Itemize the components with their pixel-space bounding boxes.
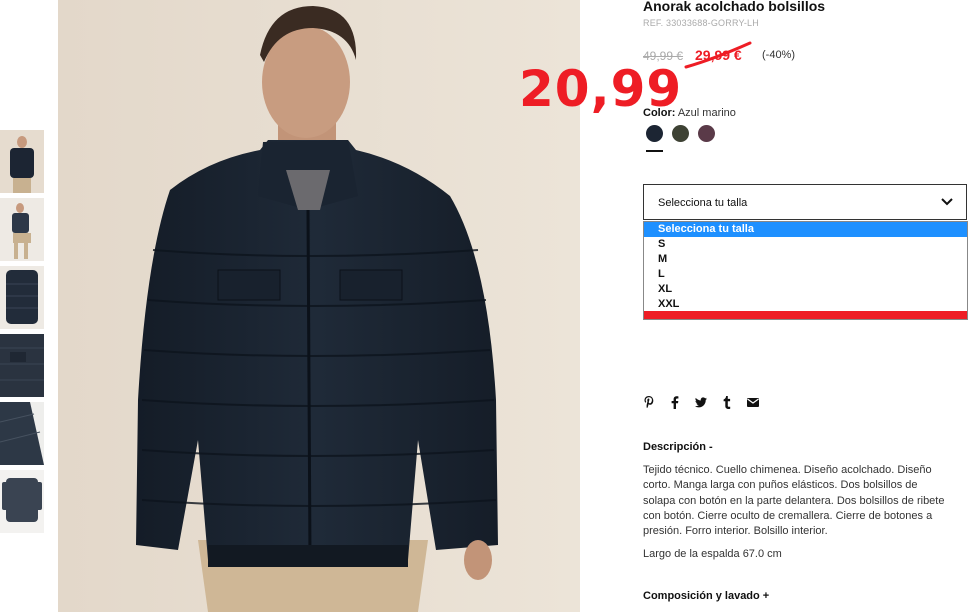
selected-swatch-indicator <box>646 150 663 152</box>
description-toggle[interactable]: Descripción - <box>643 441 713 453</box>
swatch-navy[interactable] <box>646 125 663 142</box>
color-label: Color: Azul marino <box>643 107 736 119</box>
color-swatches <box>646 125 715 142</box>
swatch-plum[interactable] <box>698 125 715 142</box>
thumbnail-3[interactable] <box>0 266 44 329</box>
thumbnail-2[interactable] <box>0 198 44 261</box>
product-reference: REF. 33033688-GORRY-LH <box>643 18 759 28</box>
add-to-bag-bar[interactable] <box>644 311 967 319</box>
size-option-xxl[interactable]: XXL <box>644 297 967 312</box>
facebook-icon[interactable] <box>669 395 681 409</box>
share-icons <box>643 395 759 409</box>
thumbnail-5[interactable] <box>0 402 44 465</box>
email-icon[interactable] <box>747 395 759 409</box>
thumbnail-list <box>0 130 44 538</box>
pinterest-icon[interactable] <box>643 395 655 409</box>
thumbnail-1[interactable] <box>0 130 44 193</box>
tumblr-icon[interactable] <box>721 395 733 409</box>
thumbnail-6[interactable] <box>0 470 44 533</box>
swatch-olive[interactable] <box>672 125 689 142</box>
product-title: Anorak acolchado bolsillos <box>643 0 826 14</box>
color-value: Azul marino <box>677 107 736 119</box>
main-product-image <box>58 0 580 612</box>
thumbnail-4[interactable] <box>0 334 44 397</box>
size-dropdown-list: Selecciona tu talla S M L XL XXL <box>643 221 968 320</box>
back-length-text: Largo de la espalda 67.0 cm <box>643 548 782 560</box>
size-option-m[interactable]: M <box>644 252 967 267</box>
color-label-key: Color: <box>643 107 676 119</box>
size-select[interactable]: Selecciona tu talla <box>643 184 967 220</box>
sale-price: 29,99 € <box>695 47 742 63</box>
composition-toggle[interactable]: Composición y lavado + <box>643 590 769 602</box>
twitter-icon[interactable] <box>695 395 707 409</box>
size-option-placeholder[interactable]: Selecciona tu talla <box>644 222 967 237</box>
size-option-s[interactable]: S <box>644 237 967 252</box>
description-text: Tejido técnico. Cuello chimenea. Diseño … <box>643 464 945 538</box>
discount-badge: (-40%) <box>762 49 796 61</box>
size-select-value: Selecciona tu talla <box>658 197 748 209</box>
size-option-xl[interactable]: XL <box>644 282 967 297</box>
size-option-l[interactable]: L <box>644 267 967 282</box>
chevron-down-icon <box>941 198 953 206</box>
original-price: 49,99 € <box>643 49 684 63</box>
